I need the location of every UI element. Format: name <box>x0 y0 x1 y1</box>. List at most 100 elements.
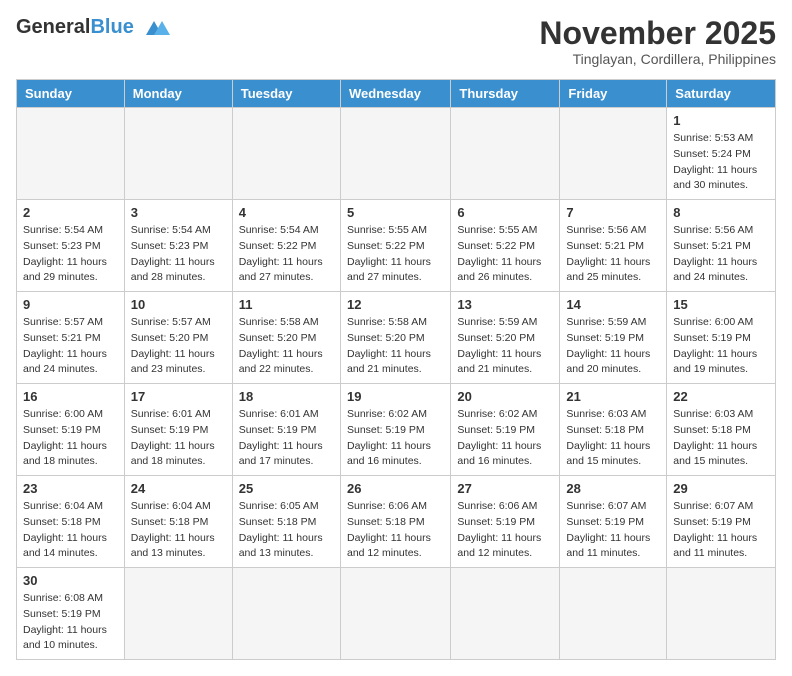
day-info: Sunrise: 6:01 AM Sunset: 5:19 PM Dayligh… <box>131 407 226 470</box>
day-info: Sunrise: 5:54 AM Sunset: 5:22 PM Dayligh… <box>239 223 334 286</box>
calendar-cell: 21 Sunrise: 6:03 AM Sunset: 5:18 PM Dayli… <box>560 384 667 476</box>
day-number: 1 <box>673 113 769 128</box>
calendar-cell: 25Sunrise: 6:05 AM Sunset: 5:18 PM Dayli… <box>232 476 340 568</box>
calendar-cell: 3 Sunrise: 5:54 AM Sunset: 5:23 PM Daylig… <box>124 200 232 292</box>
day-number: 16 <box>23 389 118 404</box>
calendar-cell: 18Sunrise: 6:01 AM Sunset: 5:19 PM Dayli… <box>232 384 340 476</box>
day-number: 14 <box>566 297 660 312</box>
calendar-cell <box>232 108 340 200</box>
day-info: Sunrise: 6:02 AM Sunset: 5:19 PM Dayligh… <box>347 407 444 470</box>
calendar-cell: 7 Sunrise: 5:56 AM Sunset: 5:21 PM Daylig… <box>560 200 667 292</box>
day-number: 5 <box>347 205 444 220</box>
calendar-cell <box>340 568 450 660</box>
weekday-header-tuesday: Tuesday <box>232 80 340 108</box>
calendar-cell: 28 Sunrise: 6:07 AM Sunset: 5:19 PM Dayli… <box>560 476 667 568</box>
day-number: 11 <box>239 297 334 312</box>
day-number: 2 <box>23 205 118 220</box>
day-info: Sunrise: 6:04 AM Sunset: 5:18 PM Dayligh… <box>23 499 118 562</box>
logo-blue-text: Blue <box>90 16 133 38</box>
day-number: 30 <box>23 573 118 588</box>
calendar-cell: 16Sunrise: 6:00 AM Sunset: 5:19 PM Dayli… <box>17 384 125 476</box>
day-number: 18 <box>239 389 334 404</box>
calendar-week-row: 1 Sunrise: 5:53 AM Sunset: 5:24 PM Daylig… <box>17 108 776 200</box>
calendar-week-row: 16Sunrise: 6:00 AM Sunset: 5:19 PM Dayli… <box>17 384 776 476</box>
calendar-cell: 24 Sunrise: 6:04 AM Sunset: 5:18 PM Dayli… <box>124 476 232 568</box>
weekday-header-sunday: Sunday <box>17 80 125 108</box>
calendar-cell: 20 Sunrise: 6:02 AM Sunset: 5:19 PM Dayli… <box>451 384 560 476</box>
day-info: Sunrise: 6:07 AM Sunset: 5:19 PM Dayligh… <box>566 499 660 562</box>
day-number: 10 <box>131 297 226 312</box>
calendar-week-row: 9Sunrise: 5:57 AM Sunset: 5:21 PM Daylig… <box>17 292 776 384</box>
weekday-header-thursday: Thursday <box>451 80 560 108</box>
day-number: 9 <box>23 297 118 312</box>
day-number: 27 <box>457 481 553 496</box>
calendar-cell <box>560 568 667 660</box>
calendar-cell: 10 Sunrise: 5:57 AM Sunset: 5:20 PM Dayli… <box>124 292 232 384</box>
day-number: 23 <box>23 481 118 496</box>
calendar-cell: 29 Sunrise: 6:07 AM Sunset: 5:19 PM Dayli… <box>667 476 776 568</box>
day-number: 19 <box>347 389 444 404</box>
day-number: 24 <box>131 481 226 496</box>
day-info: Sunrise: 5:59 AM Sunset: 5:20 PM Dayligh… <box>457 315 553 378</box>
calendar-cell <box>124 108 232 200</box>
logo-icon <box>138 17 170 39</box>
day-info: Sunrise: 5:54 AM Sunset: 5:23 PM Dayligh… <box>131 223 226 286</box>
calendar-cell <box>124 568 232 660</box>
calendar-cell: 1 Sunrise: 5:53 AM Sunset: 5:24 PM Daylig… <box>667 108 776 200</box>
day-number: 29 <box>673 481 769 496</box>
calendar-cell: 9Sunrise: 5:57 AM Sunset: 5:21 PM Daylig… <box>17 292 125 384</box>
day-number: 21 <box>566 389 660 404</box>
day-info: Sunrise: 5:55 AM Sunset: 5:22 PM Dayligh… <box>457 223 553 286</box>
day-info: Sunrise: 6:08 AM Sunset: 5:19 PM Dayligh… <box>23 591 118 654</box>
calendar-cell <box>340 108 450 200</box>
day-info: Sunrise: 6:07 AM Sunset: 5:19 PM Dayligh… <box>673 499 769 562</box>
page-header: GeneralBlue November 2025 Tinglayan, Cor… <box>16 16 776 67</box>
weekday-header-wednesday: Wednesday <box>340 80 450 108</box>
day-info: Sunrise: 5:54 AM Sunset: 5:23 PM Dayligh… <box>23 223 118 286</box>
calendar-cell: 12Sunrise: 5:58 AM Sunset: 5:20 PM Dayli… <box>340 292 450 384</box>
day-number: 20 <box>457 389 553 404</box>
calendar-cell: 22Sunrise: 6:03 AM Sunset: 5:18 PM Dayli… <box>667 384 776 476</box>
day-info: Sunrise: 6:03 AM Sunset: 5:18 PM Dayligh… <box>566 407 660 470</box>
calendar-week-row: 30 Sunrise: 6:08 AM Sunset: 5:19 PM Dayli… <box>17 568 776 660</box>
calendar-cell: 27Sunrise: 6:06 AM Sunset: 5:19 PM Dayli… <box>451 476 560 568</box>
day-info: Sunrise: 5:56 AM Sunset: 5:21 PM Dayligh… <box>566 223 660 286</box>
day-info: Sunrise: 5:58 AM Sunset: 5:20 PM Dayligh… <box>347 315 444 378</box>
title-block: November 2025 Tinglayan, Cordillera, Phi… <box>539 16 776 67</box>
day-info: Sunrise: 5:58 AM Sunset: 5:20 PM Dayligh… <box>239 315 334 378</box>
calendar-cell: 19 Sunrise: 6:02 AM Sunset: 5:19 PM Dayli… <box>340 384 450 476</box>
day-number: 28 <box>566 481 660 496</box>
day-info: Sunrise: 6:02 AM Sunset: 5:19 PM Dayligh… <box>457 407 553 470</box>
day-info: Sunrise: 5:56 AM Sunset: 5:21 PM Dayligh… <box>673 223 769 286</box>
day-number: 3 <box>131 205 226 220</box>
calendar-week-row: 23 Sunrise: 6:04 AM Sunset: 5:18 PM Dayli… <box>17 476 776 568</box>
calendar-cell: 4Sunrise: 5:54 AM Sunset: 5:22 PM Daylig… <box>232 200 340 292</box>
day-number: 7 <box>566 205 660 220</box>
calendar-cell: 17 Sunrise: 6:01 AM Sunset: 5:19 PM Dayli… <box>124 384 232 476</box>
weekday-header-saturday: Saturday <box>667 80 776 108</box>
calendar-cell: 23 Sunrise: 6:04 AM Sunset: 5:18 PM Dayli… <box>17 476 125 568</box>
calendar-table: SundayMondayTuesdayWednesdayThursdayFrid… <box>16 79 776 660</box>
calendar-cell <box>17 108 125 200</box>
calendar-cell: 30 Sunrise: 6:08 AM Sunset: 5:19 PM Dayli… <box>17 568 125 660</box>
logo-text: GeneralBlue <box>16 16 134 39</box>
logo: GeneralBlue <box>16 16 170 39</box>
day-info: Sunrise: 5:59 AM Sunset: 5:19 PM Dayligh… <box>566 315 660 378</box>
day-number: 15 <box>673 297 769 312</box>
day-number: 17 <box>131 389 226 404</box>
calendar-cell: 13Sunrise: 5:59 AM Sunset: 5:20 PM Dayli… <box>451 292 560 384</box>
weekday-header-monday: Monday <box>124 80 232 108</box>
calendar-cell <box>451 568 560 660</box>
day-number: 25 <box>239 481 334 496</box>
calendar-week-row: 2 Sunrise: 5:54 AM Sunset: 5:23 PM Daylig… <box>17 200 776 292</box>
calendar-header-row: SundayMondayTuesdayWednesdayThursdayFrid… <box>17 80 776 108</box>
day-info: Sunrise: 5:53 AM Sunset: 5:24 PM Dayligh… <box>673 131 769 194</box>
day-info: Sunrise: 5:57 AM Sunset: 5:20 PM Dayligh… <box>131 315 226 378</box>
day-info: Sunrise: 6:04 AM Sunset: 5:18 PM Dayligh… <box>131 499 226 562</box>
month-title: November 2025 <box>539 16 776 51</box>
day-info: Sunrise: 6:03 AM Sunset: 5:18 PM Dayligh… <box>673 407 769 470</box>
location: Tinglayan, Cordillera, Philippines <box>539 51 776 67</box>
calendar-cell: 15Sunrise: 6:00 AM Sunset: 5:19 PM Dayli… <box>667 292 776 384</box>
calendar-cell: 26Sunrise: 6:06 AM Sunset: 5:18 PM Dayli… <box>340 476 450 568</box>
weekday-header-friday: Friday <box>560 80 667 108</box>
